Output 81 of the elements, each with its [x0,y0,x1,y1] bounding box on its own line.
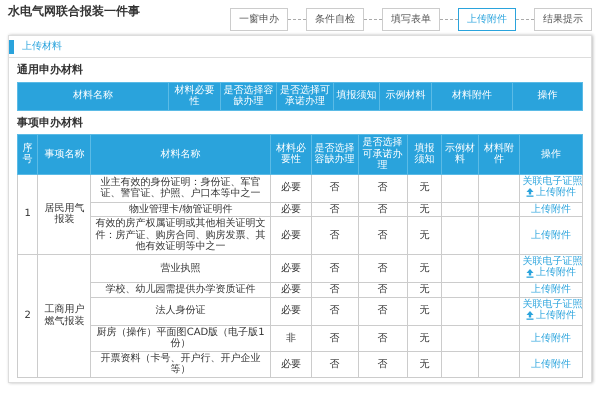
column-header: 是否选择可承诺办理 [358,134,408,174]
upload-link[interactable]: 上传附件 [526,267,576,279]
table-cell: 1 [18,174,38,254]
table-cell: 否 [311,325,358,352]
table-cell: 必要 [270,216,312,254]
table-cell: 工商用户燃气报装 [38,254,91,378]
table-cell: 否 [311,216,358,254]
table-cell: 必要 [270,174,312,202]
upload-icon [526,188,534,198]
column-header: 材料名称 [90,134,270,174]
table-cell: 开票资料（卡号、开户行、开户企业等） [90,351,270,378]
section-title: 通用申办材料 [17,62,84,78]
column-header: 材料名称 [18,82,168,110]
panel-title: 上传材料 [22,40,62,54]
column-header: 填报须知 [333,82,380,110]
column-header: 材料附件 [432,82,512,110]
column-header: 操作 [519,134,582,174]
step-tab[interactable]: 上传附件 [458,8,516,31]
step-tab[interactable]: 结果提示 [534,8,592,31]
column-header: 序号 [18,134,38,174]
table-cell: 无 [407,282,442,297]
column-header: 填报须知 [407,134,442,174]
table-cell: 否 [311,282,358,297]
table-cell: 无 [407,254,442,282]
column-header: 是否选择可承诺办理 [276,82,334,110]
table-cell: 否 [311,297,358,326]
column-header: 是否选择容缺办理 [220,82,277,110]
table-cell: 否 [311,254,358,282]
column-header: 示例材料 [379,82,432,110]
table-cell: 非 [270,325,312,352]
upload-icon [526,268,534,278]
table-cell: 无 [407,325,442,352]
step-tab[interactable]: 填写表单 [382,8,440,31]
table-cell: 居民用气报装 [38,174,91,254]
table-cell: 否 [358,282,408,297]
column-header: 材料附件 [478,134,520,174]
table-cell: 无 [407,297,442,326]
upload-icon [526,311,534,320]
table-cell: 无 [407,351,442,378]
upload-link[interactable]: 上传附件 [526,187,576,198]
upload-link[interactable]: 上传附件 [526,310,576,322]
column-header: 操作 [512,82,582,110]
column-header: 是否选择容缺办理 [311,134,358,174]
table-cell: 否 [358,202,408,217]
table-cell: 营业执照 [90,254,270,282]
table-cell: 否 [311,351,358,378]
section-title: 事项申办材料 [17,114,84,130]
table-cell: 否 [358,174,408,202]
table-cell: 法人身份证 [90,297,270,326]
table-cell: 无 [407,202,442,217]
column-header: 事项名称 [38,134,91,174]
table-cell: 否 [311,174,358,202]
table-cell: 否 [358,325,408,352]
table-cell: 否 [358,351,408,378]
link[interactable]: 关联电子证照 [522,256,583,268]
link[interactable]: 关联电子证照 [522,298,583,310]
table-cell: 有效的房产权属证明或其他相关证明文件：房产证、购房合同、购房发票、其他有效证明等中之一 [90,216,270,254]
table-cell: 必要 [270,351,312,378]
table-cell: 否 [358,254,408,282]
column-header: 材料必要性 [168,82,221,110]
link[interactable]: 关联电子证照 [522,176,583,187]
table-cell: 无 [407,174,442,202]
step-tab[interactable]: 条件自检 [306,8,364,31]
table-cell: 物业管理卡/物管证明件 [90,202,270,217]
table-cell: 业主有效的身份证明：身份证、军官证、警官证、护照、户口本等中之一 [90,174,270,202]
table-cell: 必要 [270,254,312,282]
table-cell: 必要 [270,282,312,297]
column-header: 材料必要性 [270,134,312,174]
table-cell: 无 [407,216,442,254]
table-cell: 否 [358,216,408,254]
step-tab[interactable]: 一窗申办 [230,8,288,31]
table-cell: 学校、幼儿园需提供办学资质证件 [90,282,270,297]
table-cell: 否 [358,297,408,326]
table-cell: 必要 [270,202,312,217]
table-cell: 否 [311,202,358,217]
column-header: 示例材料 [442,134,478,174]
accent-bar [9,40,14,54]
table-cell: 厨房（操作）平面图CAD版（电子版1份） [90,325,270,352]
page-title: 水电气网联合报装一件事 [8,4,140,18]
table-cell: 必要 [270,297,312,326]
table-cell: 2 [18,254,38,378]
